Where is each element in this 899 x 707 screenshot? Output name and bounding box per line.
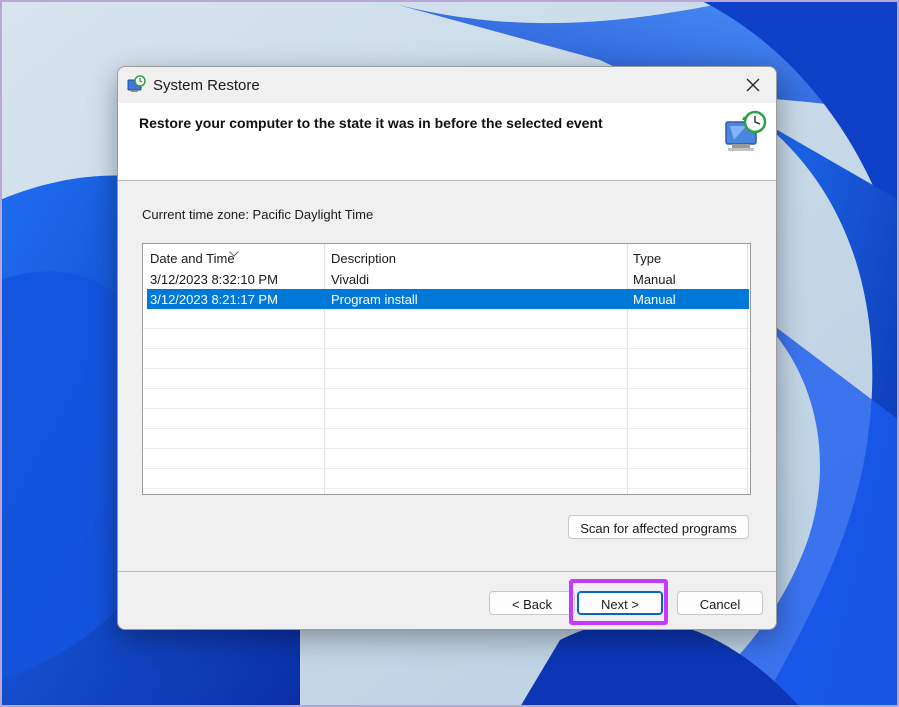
- close-icon: [746, 78, 760, 92]
- column-header-date[interactable]: Date and Time: [150, 251, 235, 266]
- table-row-selected[interactable]: 3/12/2023 8:21:17 PM Program install Man…: [147, 289, 749, 309]
- timezone-label: Current time zone: Pacific Daylight Time: [142, 207, 374, 222]
- system-restore-window: System Restore Restore your computer to …: [117, 66, 777, 630]
- restore-points-list[interactable]: Date and Time Description Type 3/12/2023…: [142, 243, 751, 495]
- window-title: System Restore: [153, 77, 260, 94]
- row-description: Vivaldi: [331, 272, 370, 287]
- sort-down-icon: [229, 244, 239, 262]
- restore-monitor-icon: [722, 110, 768, 156]
- row-description: Program install: [331, 292, 418, 307]
- close-button[interactable]: [730, 67, 776, 103]
- title-bar[interactable]: System Restore: [118, 67, 776, 103]
- cancel-button[interactable]: Cancel: [677, 591, 763, 615]
- row-date: 3/12/2023 8:32:10 PM: [150, 272, 278, 287]
- table-row[interactable]: 3/12/2023 8:32:10 PM Vivaldi Manual: [147, 269, 749, 289]
- page-heading: Restore your computer to the state it wa…: [139, 115, 603, 131]
- system-restore-icon: [126, 75, 146, 95]
- scan-affected-programs-button[interactable]: Scan for affected programs: [568, 515, 749, 539]
- row-date: 3/12/2023 8:21:17 PM: [150, 292, 278, 307]
- column-header-type[interactable]: Type: [633, 251, 661, 266]
- back-button[interactable]: < Back: [489, 591, 575, 615]
- list-header: Date and Time Description Type: [143, 244, 750, 271]
- header-panel: Restore your computer to the state it wa…: [118, 103, 776, 181]
- row-type: Manual: [633, 292, 676, 307]
- next-button[interactable]: Next >: [577, 591, 663, 615]
- row-type: Manual: [633, 272, 676, 287]
- footer-divider: [118, 571, 776, 572]
- column-header-description[interactable]: Description: [331, 251, 396, 266]
